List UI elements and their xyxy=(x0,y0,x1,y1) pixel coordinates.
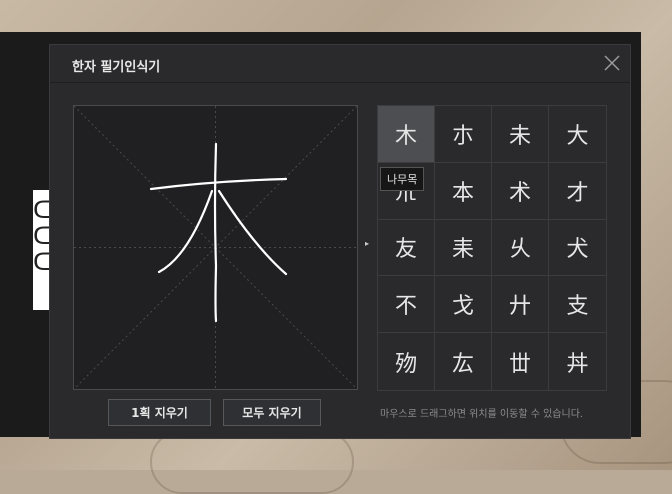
clear-stroke-button[interactable]: 1획 지우기 xyxy=(108,399,211,426)
candidate-cell[interactable]: 木 xyxy=(378,106,435,163)
drag-hint: 마우스로 드래그하면 위치를 이동할 수 있습니다. xyxy=(380,409,584,420)
arrow-indicator: ▸ xyxy=(365,239,370,248)
candidate-cell[interactable]: 丼 xyxy=(549,333,606,390)
candidate-cell[interactable]: 厷 xyxy=(435,333,492,390)
background-sketch xyxy=(150,430,354,494)
close-icon xyxy=(604,55,620,71)
candidate-cell[interactable]: 耒 xyxy=(435,219,492,277)
dialog-title: 한자 필기인식기 xyxy=(72,60,161,75)
candidate-cell[interactable]: 戈 xyxy=(435,276,492,334)
candidate-cell[interactable]: 本 xyxy=(435,162,492,220)
title-divider xyxy=(50,82,630,83)
candidate-cell[interactable]: 犬 xyxy=(549,220,606,277)
candidate-tooltip: 나무목 xyxy=(380,167,425,191)
candidate-cell[interactable]: 不 xyxy=(378,276,435,334)
candidate-cell[interactable]: 朩 xyxy=(435,106,492,163)
candidate-cell[interactable]: 未 xyxy=(492,106,549,163)
candidate-cell[interactable]: 大 xyxy=(549,106,606,163)
candidate-cell[interactable]: 廾 xyxy=(492,276,549,334)
candidate-cell[interactable]: 乆 xyxy=(492,219,549,277)
candidate-cell[interactable]: 友 xyxy=(378,219,435,277)
candidate-cell[interactable]: 术 xyxy=(492,162,549,220)
drawing-canvas[interactable] xyxy=(73,105,358,390)
candidate-cell[interactable]: 歾 xyxy=(378,333,435,390)
clear-all-button[interactable]: 모두 지우기 xyxy=(223,399,321,426)
handwritten-strokes xyxy=(149,142,288,323)
candidate-cell[interactable]: 支 xyxy=(549,276,606,334)
canvas-guides xyxy=(74,106,357,389)
candidate-grid: 木朩未大朮本术才友耒乆犬不戈廾支歾厷丗丼 xyxy=(377,105,607,391)
candidate-cell[interactable]: 丗 xyxy=(492,333,549,390)
candidate-cell[interactable]: 才 xyxy=(549,163,606,220)
background-image-fragment: ᑕ ᑕ ᑕ xyxy=(33,190,51,310)
handwriting-dialog[interactable]: 한자 필기인식기 ▸ 木朩未大朮本术才友耒乆犬不戈廾支歾厷丗丼 나무목 1획 지… xyxy=(49,44,631,439)
close-button[interactable] xyxy=(602,53,622,73)
